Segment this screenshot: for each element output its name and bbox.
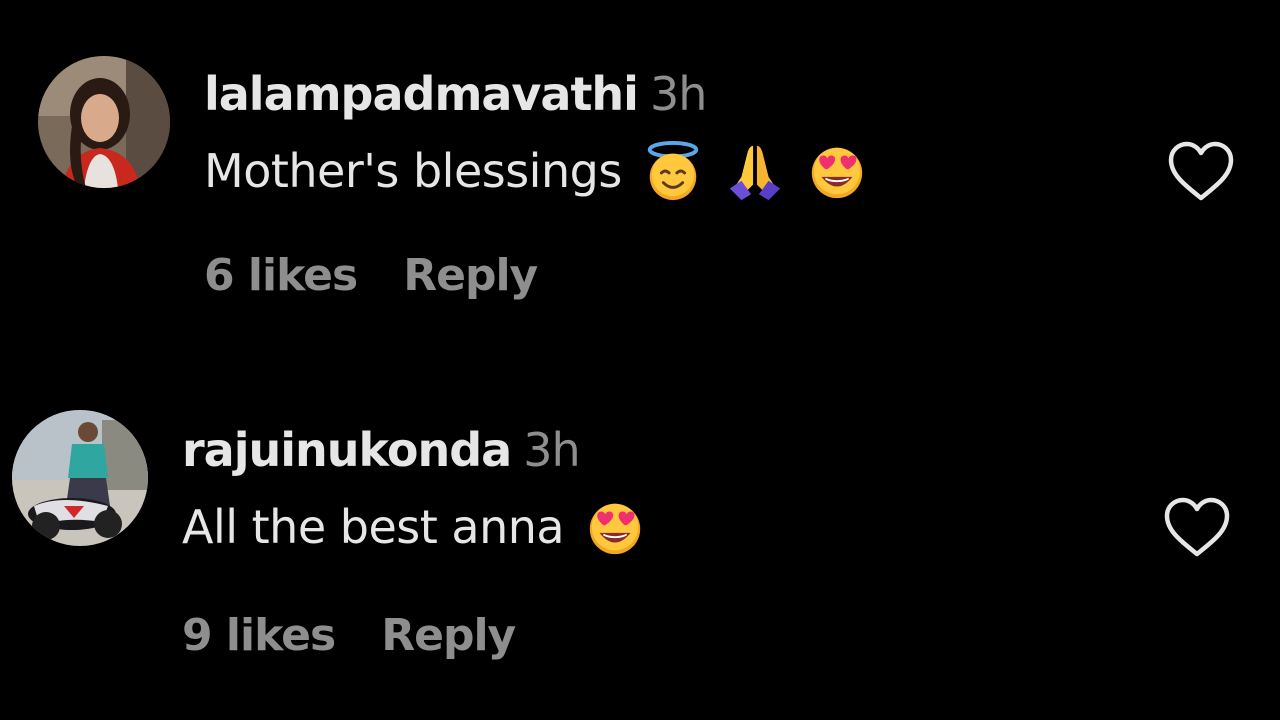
username[interactable]: lalampadmavathi	[204, 67, 639, 121]
comment-meta: 9 likes Reply	[182, 608, 516, 664]
comment-text-content: All the best anna	[182, 500, 565, 554]
avatar[interactable]	[38, 56, 170, 188]
comment-text-content: Mother's blessings	[204, 144, 622, 198]
like-button[interactable]	[1162, 496, 1232, 560]
folded-hands-icon	[729, 145, 780, 201]
heart-icon	[1164, 497, 1230, 557]
username[interactable]: rajuinukonda	[182, 423, 512, 477]
comment-text: All the best anna	[182, 496, 646, 558]
avatar-image	[12, 410, 148, 546]
likes-count[interactable]: 9 likes	[182, 610, 336, 661]
comment-text: Mother's blessings	[204, 140, 868, 202]
like-button[interactable]	[1166, 140, 1236, 204]
comment-meta: 6 likes Reply	[204, 248, 538, 304]
avatar-image	[38, 56, 170, 188]
avatar[interactable]	[12, 410, 148, 546]
smiling-face-with-heart-eyes-icon	[811, 147, 862, 199]
smiling-face-with-halo-icon	[647, 140, 698, 201]
comments-list: lalampadmavathi 3h Mother's blessings 6 …	[0, 0, 1280, 720]
reply-button[interactable]: Reply	[381, 610, 516, 661]
comment-item: lalampadmavathi 3h Mother's blessings 6 …	[0, 0, 1280, 340]
heart-icon	[1168, 141, 1234, 201]
timestamp: 3h	[523, 423, 580, 477]
comment-item: rajuinukonda 3h All the best anna 9 likes…	[0, 360, 1280, 700]
likes-count[interactable]: 6 likes	[204, 250, 358, 301]
smiling-face-with-heart-eyes-icon	[589, 503, 641, 555]
comment-header: rajuinukonda 3h	[182, 422, 581, 478]
reply-button[interactable]: Reply	[403, 250, 538, 301]
timestamp: 3h	[649, 67, 707, 121]
comment-header: lalampadmavathi 3h	[204, 66, 707, 122]
